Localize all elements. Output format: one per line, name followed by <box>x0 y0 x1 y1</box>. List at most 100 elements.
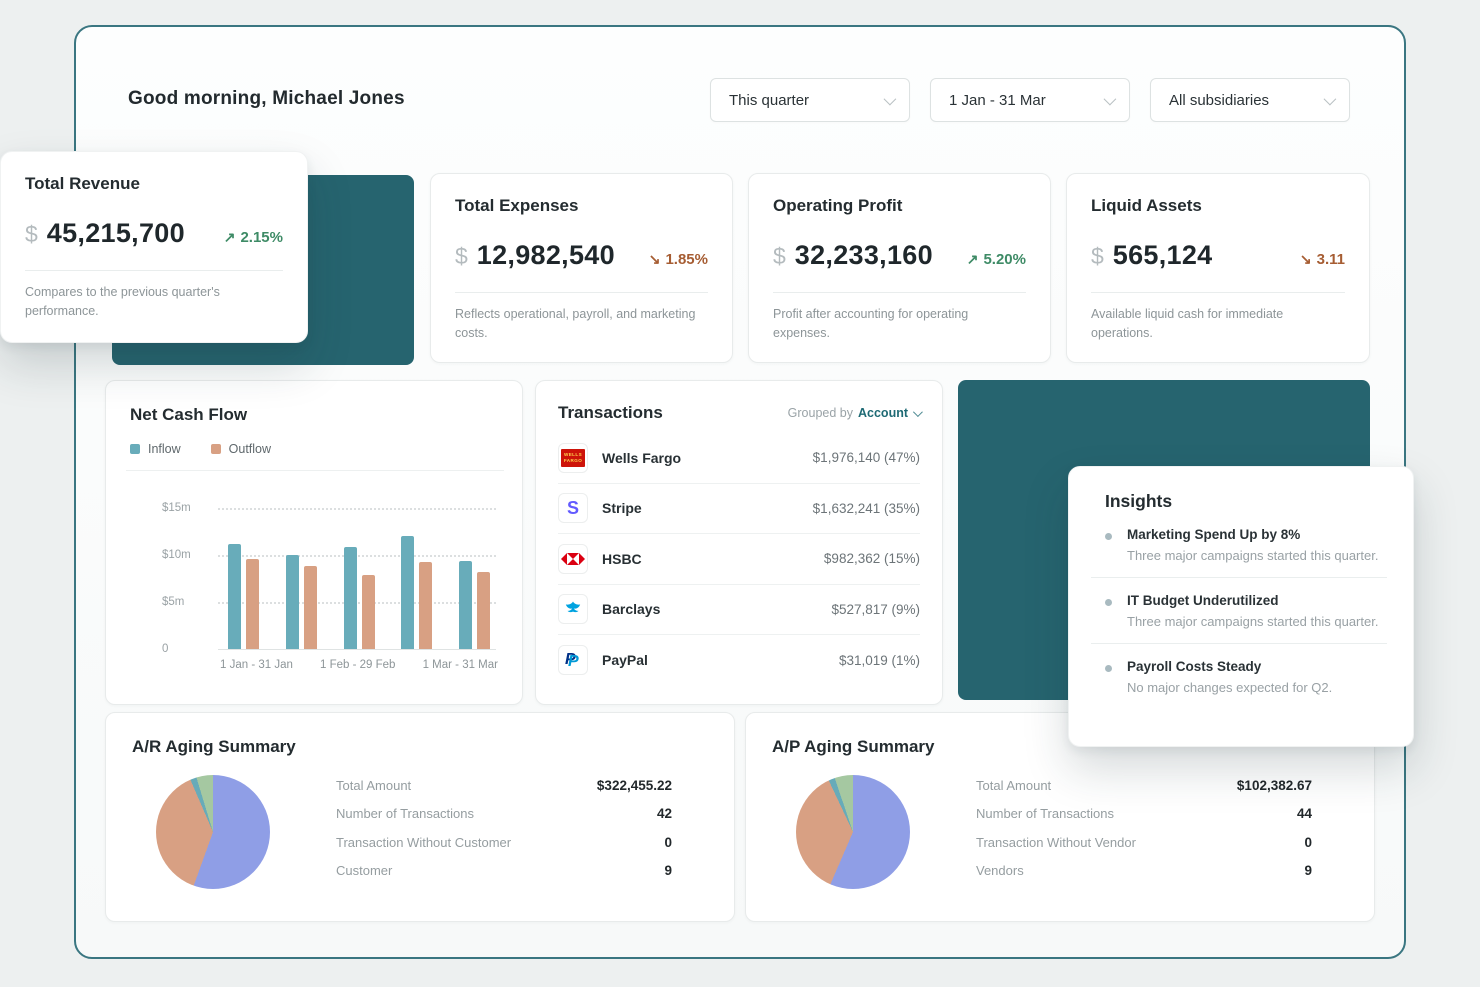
inflow-bar <box>459 561 472 649</box>
ar-aging-summary-card: A/R Aging Summary Total Amount $322,455.… <box>105 712 735 922</box>
stat-value: $102,382.67 <box>1237 778 1312 793</box>
stat-value: 42 <box>657 806 672 821</box>
kpi-delta: 1.85% <box>665 251 708 268</box>
outflow-legend-label: Outflow <box>229 442 271 456</box>
account-name: Wells Fargo <box>602 450 681 466</box>
account-amount: $982,362 (15%) <box>824 551 920 566</box>
filter-daterange-value: 1 Jan - 31 Mar <box>949 92 1046 109</box>
bar-pair <box>286 555 317 649</box>
y-tick: $10m <box>162 549 191 561</box>
filter-subsidiaries-value: All subsidiaries <box>1169 92 1269 109</box>
kpi-card-operating-profit: Operating Profit $ 32,233,160 ↗ 5.20% Pr… <box>748 173 1051 363</box>
kpi-description: Profit after accounting for operating ex… <box>773 305 1026 343</box>
inflow-bar <box>401 536 414 649</box>
insight-description: Three major campaigns started this quart… <box>1127 614 1387 629</box>
transaction-row-barclays[interactable]: Barclays $527,817 (9%) <box>558 585 920 636</box>
stripe-logo-icon: S <box>558 493 588 523</box>
inflow-legend-swatch <box>130 444 140 454</box>
trend-up-icon: ↗ <box>224 229 236 246</box>
kpi-description: Reflects operational, payroll, and marke… <box>455 305 708 343</box>
bar-chart: $15m $10m $5m 0 <box>218 499 496 649</box>
outflow-bar <box>246 559 259 649</box>
insight-title: Payroll Costs Steady <box>1127 659 1387 674</box>
filter-quarter-value: This quarter <box>729 92 809 109</box>
kpi-card-total-revenue: Total Revenue $ 45,215,700 ↗ 2.15% Compa… <box>0 151 308 343</box>
stat-label: Number of Transactions <box>336 806 474 821</box>
divider <box>25 270 283 271</box>
grouped-by-value: Account <box>858 406 908 420</box>
transactions-title: Transactions <box>558 403 663 423</box>
chevron-down-icon <box>884 92 897 105</box>
outflow-bar <box>477 572 490 649</box>
kpi-description: Available liquid cash for immediate oper… <box>1091 305 1345 343</box>
outflow-bar <box>304 566 317 649</box>
outflow-bar <box>419 562 432 649</box>
bullet-icon <box>1105 599 1112 606</box>
inflow-bar <box>286 555 299 649</box>
stat-value: $322,455.22 <box>597 778 672 793</box>
stat-value: 44 <box>1297 806 1312 821</box>
stat-label: Vendors <box>976 863 1024 878</box>
stat-value: 9 <box>664 863 672 878</box>
stat-value: 0 <box>1304 835 1312 850</box>
transaction-row-hsbc[interactable]: HSBC $982,362 (15%) <box>558 534 920 585</box>
insight-item: IT Budget Underutilized Three major camp… <box>1091 578 1387 644</box>
stat-row: Number of Transactions 44 <box>976 800 1312 829</box>
stat-value: 0 <box>664 835 672 850</box>
bar-pair <box>228 544 259 649</box>
ap-pie-chart <box>796 775 910 889</box>
ar-aging-title: A/R Aging Summary <box>132 737 672 757</box>
stat-row: Customer 9 <box>336 857 672 886</box>
grouped-by-selector[interactable]: Grouped by Account <box>788 406 920 420</box>
stat-row: Transaction Without Customer 0 <box>336 828 672 857</box>
x-axis-line <box>218 649 496 650</box>
kpi-description: Compares to the previous quarter's perfo… <box>25 283 283 321</box>
hsbc-logo-icon <box>558 544 588 574</box>
outflow-legend-swatch <box>211 444 221 454</box>
stat-row: Total Amount $322,455.22 <box>336 771 672 800</box>
trend-down-icon: ↘ <box>1300 251 1312 268</box>
divider <box>773 292 1026 293</box>
y-tick: $5m <box>162 596 184 608</box>
net-cash-flow-card: Net Cash Flow Inflow Outflow $15m $10m $… <box>105 380 523 705</box>
insight-title: IT Budget Underutilized <box>1127 593 1387 608</box>
page-title: Good morning, Michael Jones <box>128 88 405 110</box>
bar-pair <box>344 547 375 649</box>
account-name: PayPal <box>602 652 648 668</box>
outflow-bar <box>362 575 375 649</box>
chevron-down-icon <box>1104 92 1117 105</box>
currency-symbol: $ <box>455 243 468 270</box>
ar-pie-chart <box>156 775 270 889</box>
stat-label: Customer <box>336 863 392 878</box>
transaction-row-stripe[interactable]: S Stripe $1,632,241 (35%) <box>558 484 920 535</box>
bar-pair <box>459 561 490 649</box>
y-tick: 0 <box>162 643 168 655</box>
stat-row: Number of Transactions 42 <box>336 800 672 829</box>
barclays-logo-icon <box>558 594 588 624</box>
inflow-bar <box>344 547 357 649</box>
filter-daterange-dropdown[interactable]: 1 Jan - 31 Mar <box>930 78 1130 122</box>
chevron-down-icon <box>1324 92 1337 105</box>
grouped-by-label: Grouped by <box>788 406 853 420</box>
insight-description: Three major campaigns started this quart… <box>1127 548 1387 563</box>
filter-quarter-dropdown[interactable]: This quarter <box>710 78 910 122</box>
divider <box>455 292 708 293</box>
bar-pair <box>401 536 432 649</box>
kpi-delta: 5.20% <box>983 251 1026 268</box>
account-amount: $527,817 (9%) <box>831 602 920 617</box>
filter-subsidiaries-dropdown[interactable]: All subsidiaries <box>1150 78 1350 122</box>
transaction-row-paypal[interactable]: P P PayPal $31,019 (1%) <box>558 635 920 686</box>
kpi-title: Operating Profit <box>773 196 1026 216</box>
currency-symbol: $ <box>25 221 38 248</box>
x-tick-mar: 1 Mar - 31 Mar <box>423 659 498 671</box>
account-amount: $1,976,140 (47%) <box>813 450 920 465</box>
net-cash-flow-title: Net Cash Flow <box>130 405 500 425</box>
transactions-card: Transactions Grouped by Account WELLS FA… <box>535 380 943 705</box>
account-name: Stripe <box>602 500 642 516</box>
inflow-bar <box>228 544 241 649</box>
currency-symbol: $ <box>773 243 786 270</box>
transaction-row-wells-fargo[interactable]: WELLS FARGO Wells Fargo $1,976,140 (47%) <box>558 433 920 484</box>
insights-title: Insights <box>1105 491 1387 512</box>
account-amount: $1,632,241 (35%) <box>813 501 920 516</box>
x-tick-jan: 1 Jan - 31 Jan <box>220 659 293 671</box>
